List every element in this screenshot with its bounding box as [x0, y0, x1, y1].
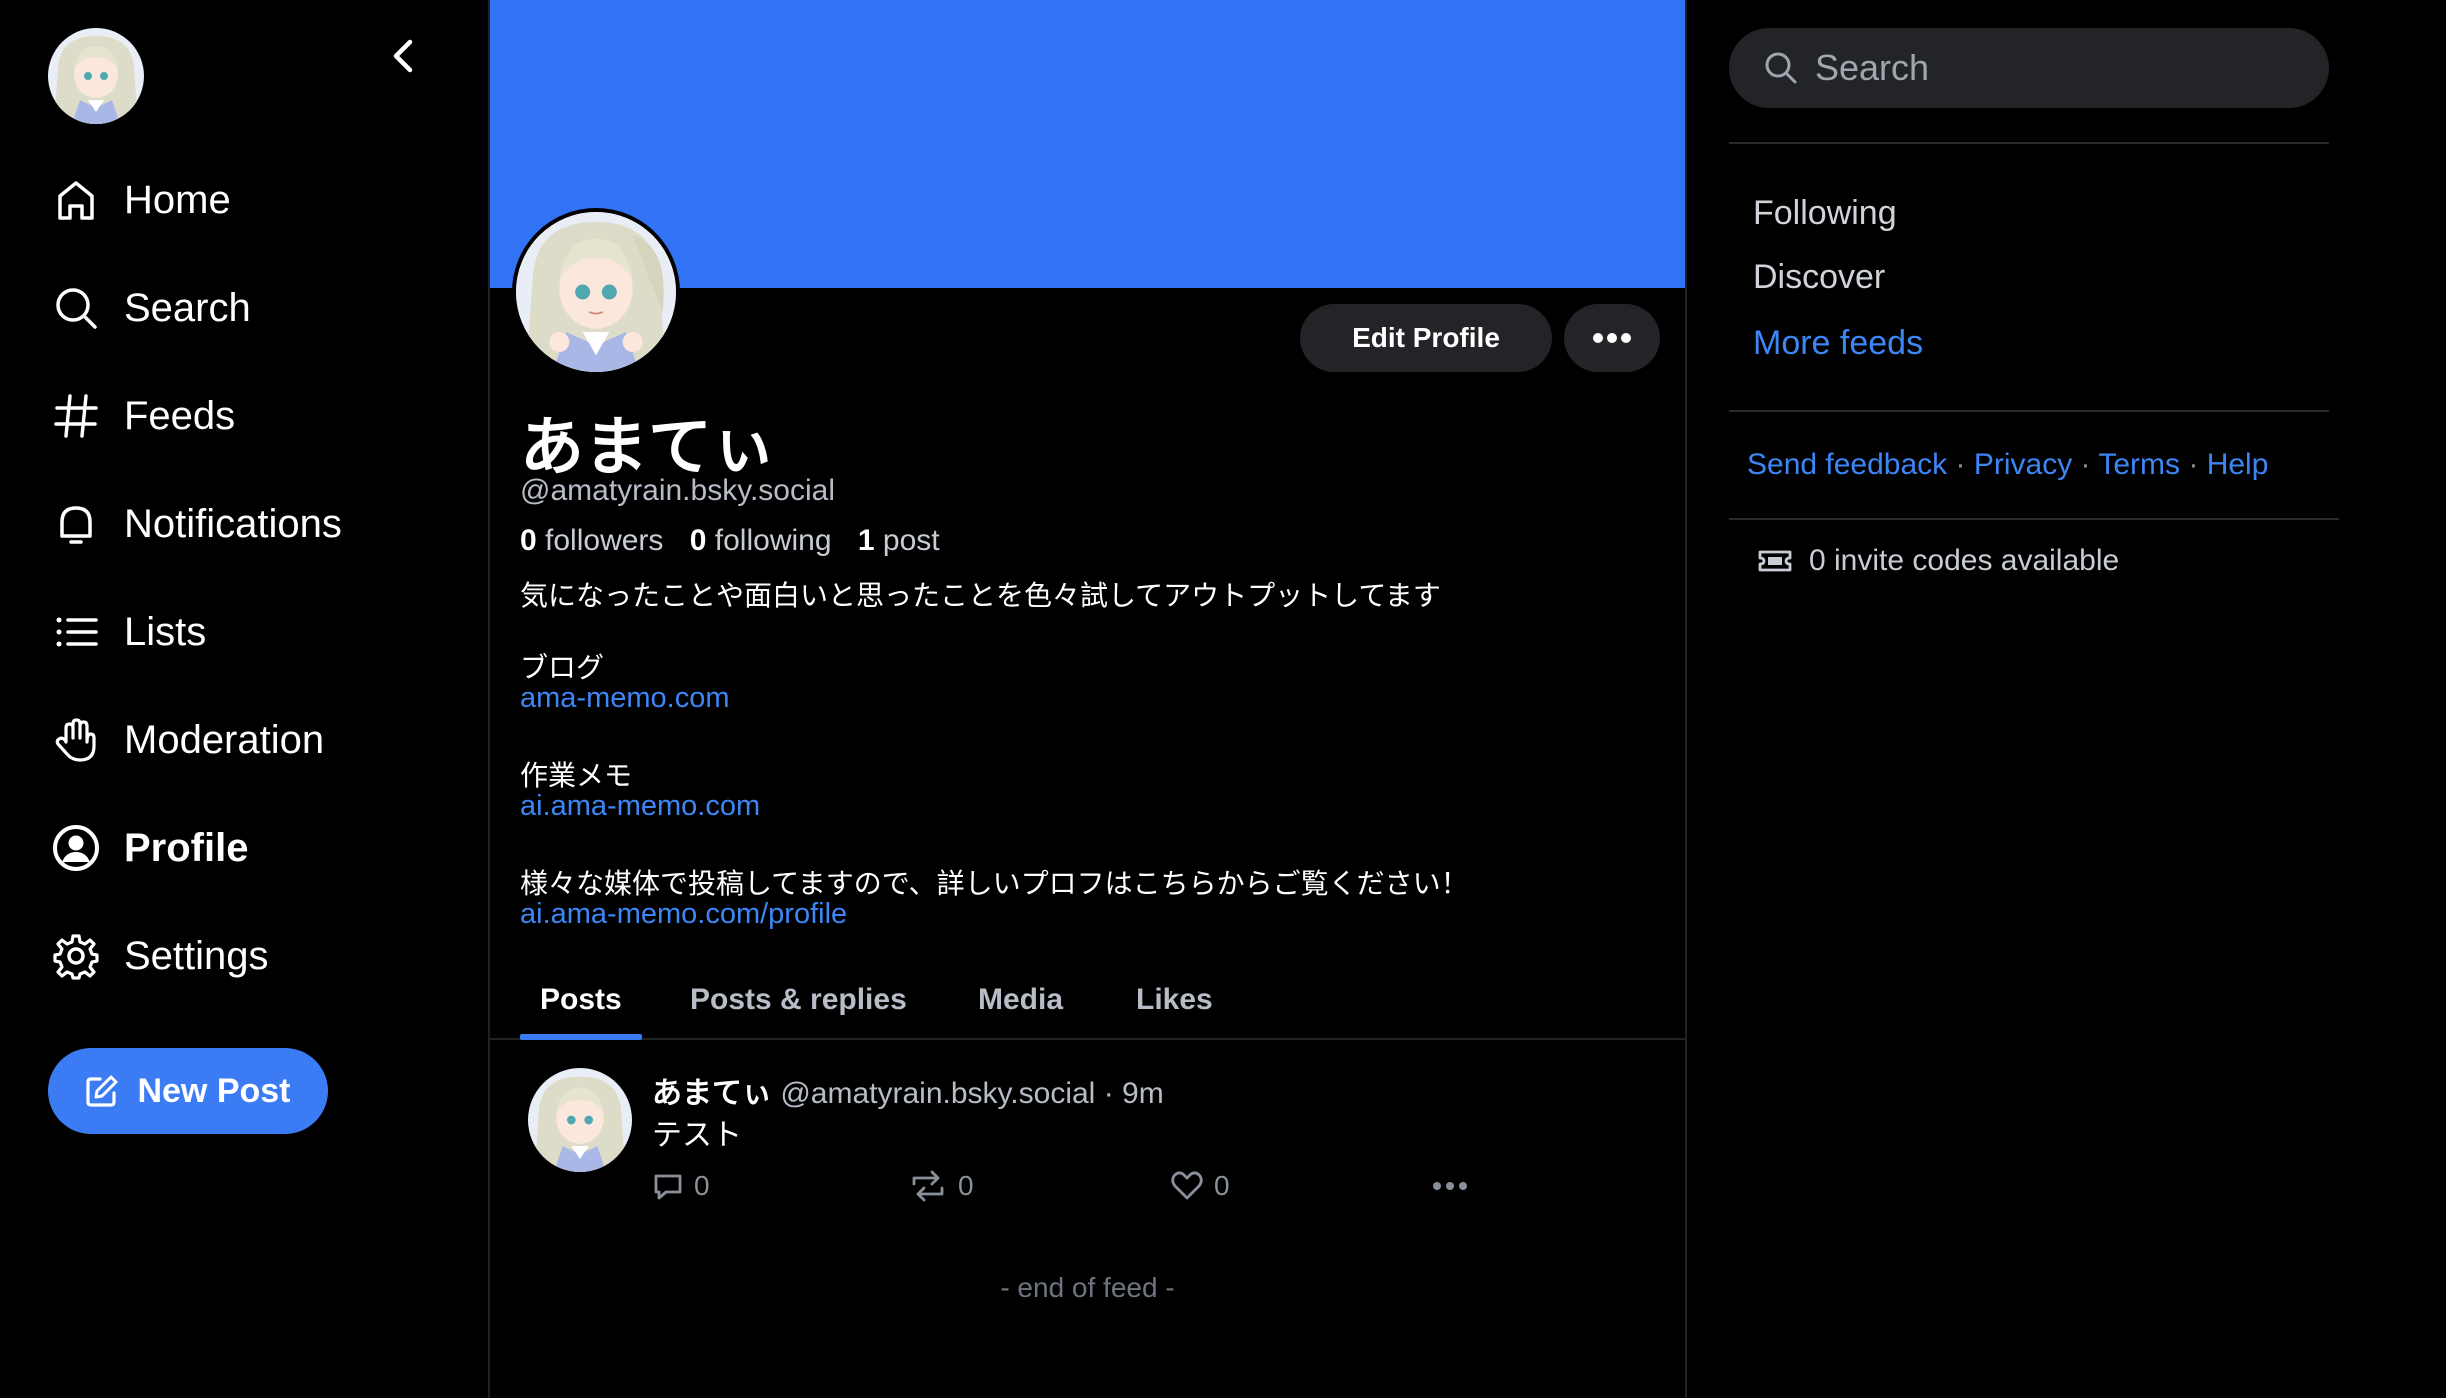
bio-text: ブログ [520, 652, 605, 683]
user-circle-icon [50, 822, 102, 874]
gear-icon [50, 930, 102, 982]
like-button[interactable]: 0 [1170, 1166, 1230, 1206]
search-icon [50, 282, 102, 334]
nav-settings[interactable]: Settings [50, 916, 450, 996]
post-author-handle[interactable]: @amatyrain.bsky.social [780, 1077, 1095, 1110]
search-bar[interactable] [1729, 28, 2329, 108]
search-icon [1765, 52, 1797, 84]
profile-tabs: Posts Posts & replies Media Likes [490, 960, 1685, 1040]
footer-links: Send feedback · Privacy · Terms · Help [1747, 448, 2269, 481]
following-stat[interactable]: 0 following [690, 524, 832, 557]
post-text: テスト [652, 1119, 742, 1152]
nav-search[interactable]: Search [50, 268, 450, 348]
profile-stats: 0 followers 0 following 1 post [520, 524, 940, 558]
divider [1729, 410, 2329, 412]
tab-posts[interactable]: Posts [520, 960, 642, 1040]
ellipsis-icon [1433, 1182, 1467, 1190]
bio-link[interactable]: ai.ama-memo.com/profile [520, 898, 847, 931]
like-count: 0 [1214, 1170, 1230, 1201]
profile-banner[interactable] [490, 0, 1685, 288]
posts-stat: 1 post [857, 524, 940, 557]
new-post-label: New Post [137, 1071, 291, 1110]
collapse-sidebar-button[interactable] [376, 28, 432, 84]
post-avatar[interactable] [528, 1068, 632, 1172]
divider [1729, 518, 2339, 520]
feed-link-following[interactable]: Following [1753, 194, 1897, 233]
nav-label: Profile [124, 825, 249, 870]
heart-icon [1171, 1171, 1203, 1200]
ellipsis-icon [1593, 333, 1631, 343]
profile-avatar[interactable] [512, 208, 680, 376]
post-time: · 9m [1103, 1077, 1164, 1110]
repost-button[interactable]: 0 [908, 1166, 974, 1206]
nav-label: Moderation [124, 717, 325, 762]
nav-moderation[interactable]: Moderation [50, 700, 450, 780]
repost-icon [912, 1170, 944, 1202]
terms-link[interactable]: Terms [2098, 448, 2180, 481]
bio-text: 様々な媒体で投稿してますので、詳しいプロフはこちらからご覧ください！ [520, 868, 1469, 899]
nav-label: Home [124, 177, 231, 222]
profile-more-button[interactable] [1564, 304, 1660, 372]
comment-icon [654, 1174, 682, 1200]
tab-media[interactable]: Media [978, 960, 1063, 1040]
bio-link[interactable]: ai.ama-memo.com [520, 790, 760, 823]
nav-label: Search [124, 285, 251, 330]
bell-icon [50, 498, 102, 550]
privacy-link[interactable]: Privacy [1974, 448, 2072, 481]
send-feedback-link[interactable]: Send feedback [1747, 448, 1947, 481]
nav-label: Settings [124, 933, 269, 978]
end-of-feed: - end of feed - [1000, 1272, 1175, 1303]
hand-icon [50, 714, 102, 766]
feed-post[interactable]: あまてぃ @amatyrain.bsky.social · 9m テスト 0 0… [490, 1042, 1685, 1232]
edit-profile-button[interactable]: Edit Profile [1300, 304, 1552, 372]
user-avatar[interactable] [48, 28, 144, 124]
followers-stat[interactable]: 0 followers [520, 524, 663, 557]
chevron-left-icon [393, 39, 413, 73]
home-icon [50, 174, 102, 226]
divider [1729, 142, 2329, 144]
bio-text: 気になったことや面白いと思ったことを色々試してアウトプットしてます [520, 580, 1441, 611]
repost-count: 0 [958, 1170, 974, 1201]
bio-text: 作業メモ [520, 760, 633, 791]
help-link[interactable]: Help [2207, 448, 2269, 481]
feed-link-discover[interactable]: Discover [1753, 258, 1885, 297]
left-sidebar: Home Search Feeds Notifications Lists Mo… [0, 0, 488, 1398]
profile-column: Edit Profile あまてぃ @amatyrain.bsky.social… [488, 0, 1687, 1398]
nav-profile[interactable]: Profile [50, 808, 450, 888]
app-root: Home Search Feeds Notifications Lists Mo… [0, 0, 2446, 1398]
invite-codes-text: 0 invite codes available [1809, 544, 2120, 577]
profile-handle: @amatyrain.bsky.social [520, 474, 835, 507]
invite-codes[interactable]: 0 invite codes available [1757, 544, 2119, 578]
more-feeds-link[interactable]: More feeds [1753, 324, 1923, 363]
post-author-name[interactable]: あまてぃ [652, 1077, 772, 1110]
nav-home[interactable]: Home [50, 160, 450, 240]
tab-likes[interactable]: Likes [1136, 960, 1213, 1040]
bio-link[interactable]: ama-memo.com [520, 682, 730, 715]
new-post-button[interactable]: New Post [48, 1048, 328, 1134]
right-sidebar: Following Discover More feeds Send feedb… [1687, 0, 2446, 1398]
ticket-icon [1758, 550, 1792, 572]
search-input[interactable] [1815, 47, 2295, 89]
nav-feeds[interactable]: Feeds [50, 376, 450, 456]
nav-notifications[interactable]: Notifications [50, 484, 450, 564]
post-more-button[interactable] [1432, 1166, 1468, 1206]
post-header: あまてぃ @amatyrain.bsky.social · 9m [652, 1068, 1164, 1112]
nav-label: Feeds [124, 393, 236, 438]
reply-button[interactable]: 0 [652, 1166, 710, 1206]
hash-icon [50, 390, 102, 442]
list-icon [50, 606, 102, 658]
reply-count: 0 [694, 1170, 710, 1201]
nav-lists[interactable]: Lists [50, 592, 450, 672]
nav-label: Notifications [124, 501, 342, 546]
tab-posts-replies[interactable]: Posts & replies [690, 960, 907, 1040]
nav-label: Lists [124, 609, 207, 654]
compose-icon [86, 1075, 118, 1107]
